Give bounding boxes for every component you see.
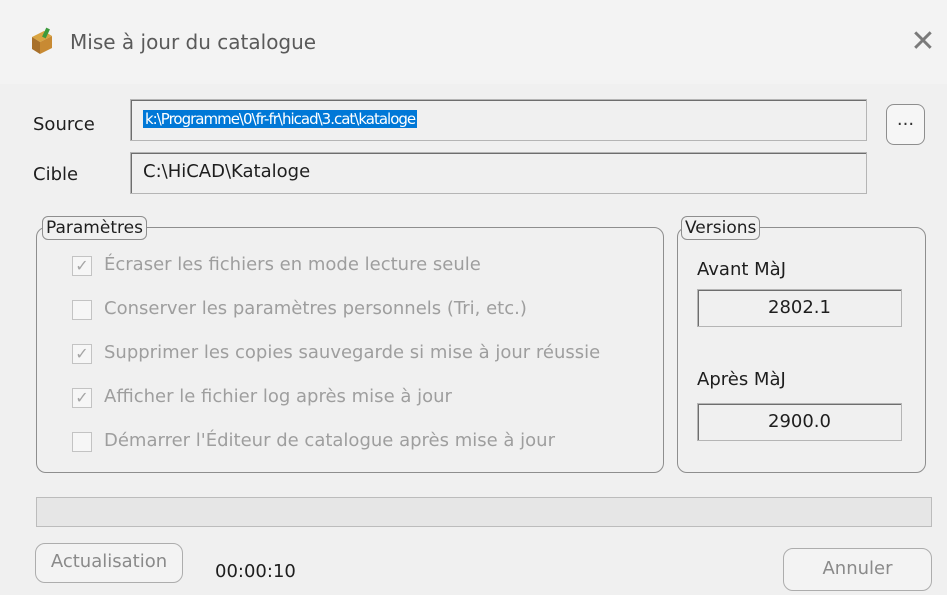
source-label: Source [33, 114, 95, 135]
before-update-label: Avant MàJ [697, 259, 786, 280]
refresh-button[interactable]: Actualisation [35, 543, 183, 583]
source-path-value: k:\Programme\0\fr-fr\hicad\3.cat\katalog… [143, 110, 418, 128]
target-label: Cible [33, 164, 79, 185]
versions-group-title: Versions [681, 216, 761, 240]
update-progress-bar [36, 497, 932, 527]
window-title: Mise à jour du catalogue [70, 30, 317, 54]
source-path-field[interactable]: k:\Programme\0\fr-fr\hicad\3.cat\katalog… [130, 99, 867, 141]
target-path-value: C:\HiCAD\Kataloge [143, 161, 311, 182]
target-path-field[interactable]: C:\HiCAD\Kataloge [130, 152, 867, 194]
catalogue-box-icon [32, 27, 52, 54]
option-label: Démarrer l'Éditeur de catalogue après mi… [104, 430, 555, 451]
before-update-value: 2802.1 [768, 297, 831, 318]
close-icon: ✕ [910, 24, 936, 59]
checkbox-checked-icon[interactable]: ✓ [72, 344, 92, 364]
update-catalogue-dialog: Mise à jour du catalogue ✕ Source k:\Pro… [0, 0, 947, 595]
close-button[interactable]: ✕ [905, 24, 941, 60]
checkbox-unchecked-icon[interactable] [72, 300, 92, 320]
option-label: Supprimer les copies sauvegarde si mise … [104, 342, 601, 363]
after-update-label: Après MàJ [697, 369, 786, 390]
cancel-button-label: Annuler [822, 558, 893, 579]
after-update-version: 2900.0 [697, 403, 902, 441]
elapsed-time: 00:00:10 [215, 561, 296, 582]
before-update-version: 2802.1 [697, 289, 902, 327]
option-label: Conserver les paramètres personnels (Tri… [104, 298, 527, 319]
cancel-button[interactable]: Annuler [783, 548, 932, 591]
checkbox-checked-icon[interactable]: ✓ [72, 256, 92, 276]
option-label: Afficher le fichier log après mise à jou… [104, 386, 452, 407]
refresh-button-label: Actualisation [50, 551, 168, 572]
title-bar: Mise à jour du catalogue ✕ [0, 0, 947, 84]
browse-button-label: ... [896, 109, 915, 130]
after-update-value: 2900.0 [768, 411, 831, 432]
option-label: Écraser les fichiers en mode lecture seu… [104, 254, 481, 275]
checkbox-unchecked-icon[interactable] [72, 432, 92, 452]
parameters-group-title: Paramètres [42, 216, 147, 240]
browse-button[interactable]: ... [886, 104, 925, 145]
checkbox-checked-icon[interactable]: ✓ [72, 388, 92, 408]
